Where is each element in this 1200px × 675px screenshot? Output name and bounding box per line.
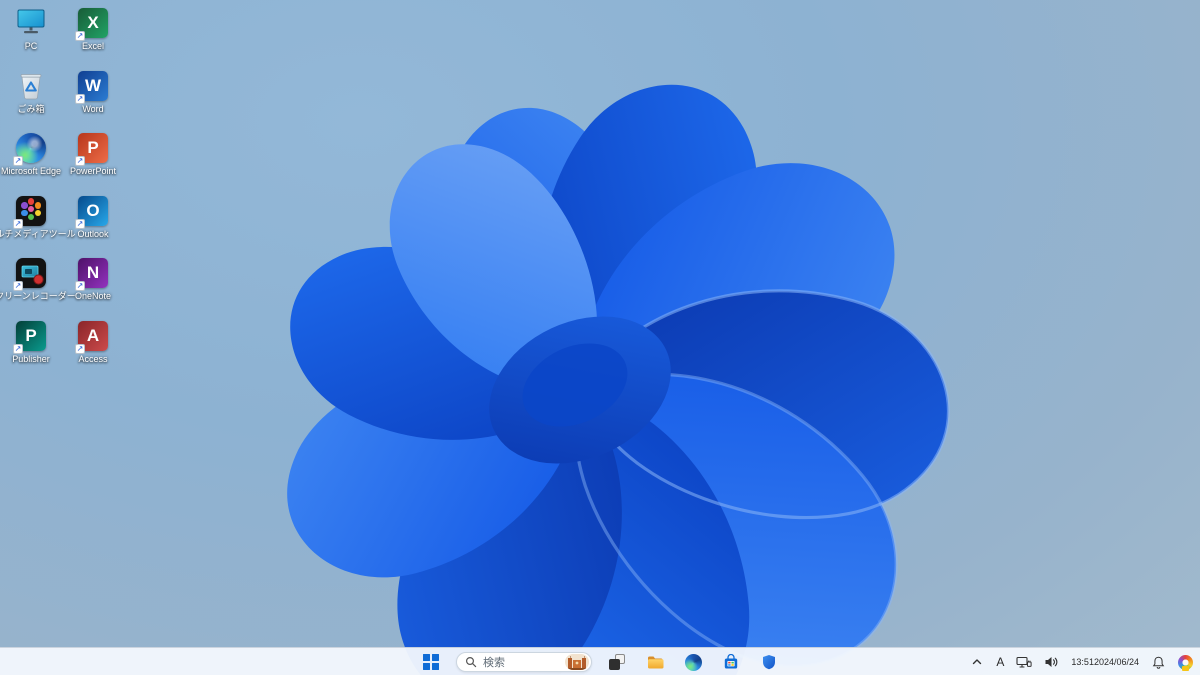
task-view-button[interactable] xyxy=(604,650,630,674)
shortcut-arrow-icon: ↗ xyxy=(75,31,85,41)
desktop-icon-label: Word xyxy=(82,103,104,114)
file-explorer-button[interactable] xyxy=(642,650,668,674)
shortcut-arrow-icon: ↗ xyxy=(13,218,23,229)
desktop-icon-label: Publisher xyxy=(12,353,50,364)
desktop-icon-label: PC xyxy=(24,41,38,51)
shortcut-arrow-icon: ↗ xyxy=(75,156,85,166)
desktop-icon-edge[interactable]: ↗ Microsoft Edge xyxy=(0,128,62,191)
microsoft-store-icon xyxy=(724,654,738,669)
search-highlight-image[interactable] xyxy=(565,654,589,670)
edge-icon: ↗ xyxy=(13,132,47,166)
access-icon: A ↗ xyxy=(75,320,109,354)
wallpaper-bloom xyxy=(0,0,1200,675)
search-placeholder: 検索 xyxy=(483,657,505,669)
desktop-icon-label: Access xyxy=(78,353,108,364)
ime-mode-label: A xyxy=(996,655,1005,669)
desktop-icon-powerpoint[interactable]: P ↗ PowerPoint xyxy=(62,128,124,191)
multimedia-color-wheel-icon: ↗ xyxy=(13,195,47,229)
shortcut-arrow-icon: ↗ xyxy=(75,343,85,354)
bloom-graphic xyxy=(287,84,950,675)
outlook-icon: O ↗ xyxy=(75,195,109,229)
recycle-bin-icon xyxy=(15,70,47,102)
screen-recorder-icon: ↗ xyxy=(13,257,47,291)
excel-icon: X ↗ xyxy=(75,7,109,41)
word-icon: W ↗ xyxy=(75,70,109,104)
task-view-icon xyxy=(609,654,625,670)
shortcut-arrow-icon: ↗ xyxy=(75,218,85,229)
desktop-icon-label: OneNote xyxy=(74,291,112,301)
ethernet-network-icon xyxy=(1016,656,1033,668)
shortcut-arrow-icon: ↗ xyxy=(13,156,23,166)
pc-monitor-icon xyxy=(15,7,47,39)
desktop-icon-label: ごみ箱 xyxy=(17,103,45,114)
desktop-icon-multimedia-tool[interactable]: ↗ マルチメディアツール xyxy=(0,191,76,254)
onenote-icon: N ↗ xyxy=(75,257,109,291)
desktop-icon-word[interactable]: W ↗ Word xyxy=(62,66,124,129)
desktop-icon-screen-recorder[interactable]: ↗ スクリーンレコーダー xyxy=(0,253,76,316)
desktop-icon-outlook[interactable]: O ↗ Outlook xyxy=(62,191,124,254)
shortcut-arrow-icon: ↗ xyxy=(75,281,85,291)
taskbar: 検索 A 13:51 2024/06/24 xyxy=(0,647,1200,675)
taskbar-center-icons: 検索 xyxy=(418,648,782,675)
desktop-screen: PC X ↗ Excel ごみ箱 W ↗ Word ↗ Microsoft Ed… xyxy=(0,0,1200,675)
shortcut-arrow-icon: ↗ xyxy=(75,93,85,104)
desktop-icon-onenote[interactable]: N ↗ OneNote xyxy=(62,253,124,316)
desktop-icon-recycle-bin[interactable]: ごみ箱 xyxy=(0,66,62,129)
search-icon xyxy=(465,656,477,668)
powerpoint-icon: P ↗ xyxy=(75,132,109,166)
multimedia-color-wheel-icon xyxy=(1178,654,1193,671)
edge-icon xyxy=(684,653,702,671)
edge-taskbar-button[interactable] xyxy=(680,650,706,674)
multimedia-tray-app-button[interactable] xyxy=(1176,650,1195,674)
tray-date: 2024/06/24 xyxy=(1093,657,1139,667)
desktop-icon-label: Excel xyxy=(81,41,104,51)
tray-time: 13:51 xyxy=(1071,657,1094,667)
chevron-up-icon xyxy=(973,659,982,665)
shield-icon xyxy=(763,655,775,670)
desktop-icon-excel[interactable]: X ↗ Excel xyxy=(62,3,124,66)
ime-mode-button[interactable]: A xyxy=(994,650,1006,674)
hidden-icons-button[interactable] xyxy=(968,650,986,674)
clock[interactable]: 13:51 2024/06/24 xyxy=(1069,650,1141,674)
speaker-icon xyxy=(1045,657,1058,667)
bell-icon xyxy=(1152,656,1165,669)
desktop-icon-label: Microsoft Edge xyxy=(0,166,62,176)
tray-app-badge xyxy=(1182,665,1189,671)
desktop-icon-pc[interactable]: PC xyxy=(0,3,62,66)
desktop-icon-label: PowerPoint xyxy=(69,166,117,176)
start-button[interactable] xyxy=(418,650,444,674)
system-tray: A 13:51 2024/06/24 xyxy=(968,648,1195,675)
publisher-icon: P ↗ xyxy=(13,320,47,354)
desktop-icon-label: Outlook xyxy=(77,228,109,239)
shortcut-arrow-icon: ↗ xyxy=(13,343,23,354)
windows-security-button[interactable] xyxy=(756,650,782,674)
desktop-icon-grid: PC X ↗ Excel ごみ箱 W ↗ Word ↗ Microsoft Ed… xyxy=(0,3,124,378)
network-button[interactable] xyxy=(1014,650,1034,674)
desktop-icon-access[interactable]: A ↗ Access xyxy=(62,316,124,379)
folder-icon xyxy=(647,656,663,668)
microsoft-store-button[interactable] xyxy=(718,650,744,674)
notifications-button[interactable] xyxy=(1149,650,1168,674)
search-box[interactable]: 検索 xyxy=(456,652,592,672)
volume-button[interactable] xyxy=(1042,650,1061,674)
desktop-icon-publisher[interactable]: P ↗ Publisher xyxy=(0,316,62,379)
windows-logo-icon xyxy=(423,654,439,670)
shortcut-arrow-icon: ↗ xyxy=(13,281,23,291)
